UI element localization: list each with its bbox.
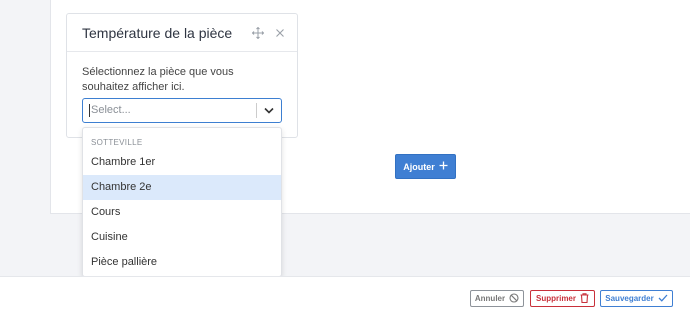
- add-button[interactable]: Ajouter: [395, 154, 456, 179]
- room-select-placeholder[interactable]: Select...: [89, 104, 256, 117]
- cancel-button-label: Annuler: [474, 294, 506, 303]
- room-select[interactable]: Select...: [82, 98, 282, 123]
- plus-icon: [439, 161, 448, 172]
- forbidden-icon: [509, 292, 519, 305]
- dropdown-option-cuisine[interactable]: Cuisine: [83, 225, 281, 250]
- dropdown-option-chambre-1er[interactable]: Chambre 1er: [83, 150, 281, 175]
- widget-body: Sélectionnez la pièce que vous souhaitez…: [67, 52, 297, 95]
- check-icon: [658, 294, 668, 304]
- close-icon[interactable]: [274, 27, 286, 39]
- save-button[interactable]: Sauvegarder: [600, 290, 673, 307]
- dropdown-group-label: SOTTEVILLE: [91, 138, 143, 147]
- cancel-button[interactable]: Annuler: [470, 290, 524, 307]
- widget-description: Sélectionnez la pièce que vous souhaitez…: [82, 66, 234, 93]
- delete-button-label: Supprimer: [535, 294, 576, 303]
- trash-icon: [580, 292, 589, 305]
- dropdown-option-cours[interactable]: Cours: [83, 200, 281, 225]
- room-dropdown-menu: SOTTEVILLE Chambre 1er Chambre 2e Cours …: [82, 127, 282, 277]
- move-icon[interactable]: [252, 26, 264, 39]
- chevron-down-icon[interactable]: [257, 107, 281, 114]
- save-button-label: Sauvegarder: [605, 294, 654, 303]
- dropdown-option-piece-palliere[interactable]: Pièce pallière: [83, 250, 281, 275]
- add-button-label: Ajouter: [403, 161, 435, 172]
- widget-title: Température de la pièce: [82, 24, 233, 41]
- delete-button[interactable]: Supprimer: [530, 290, 595, 307]
- dropdown-option-chambre-2e[interactable]: Chambre 2e: [83, 175, 281, 200]
- widget-header: Température de la pièce: [67, 14, 297, 52]
